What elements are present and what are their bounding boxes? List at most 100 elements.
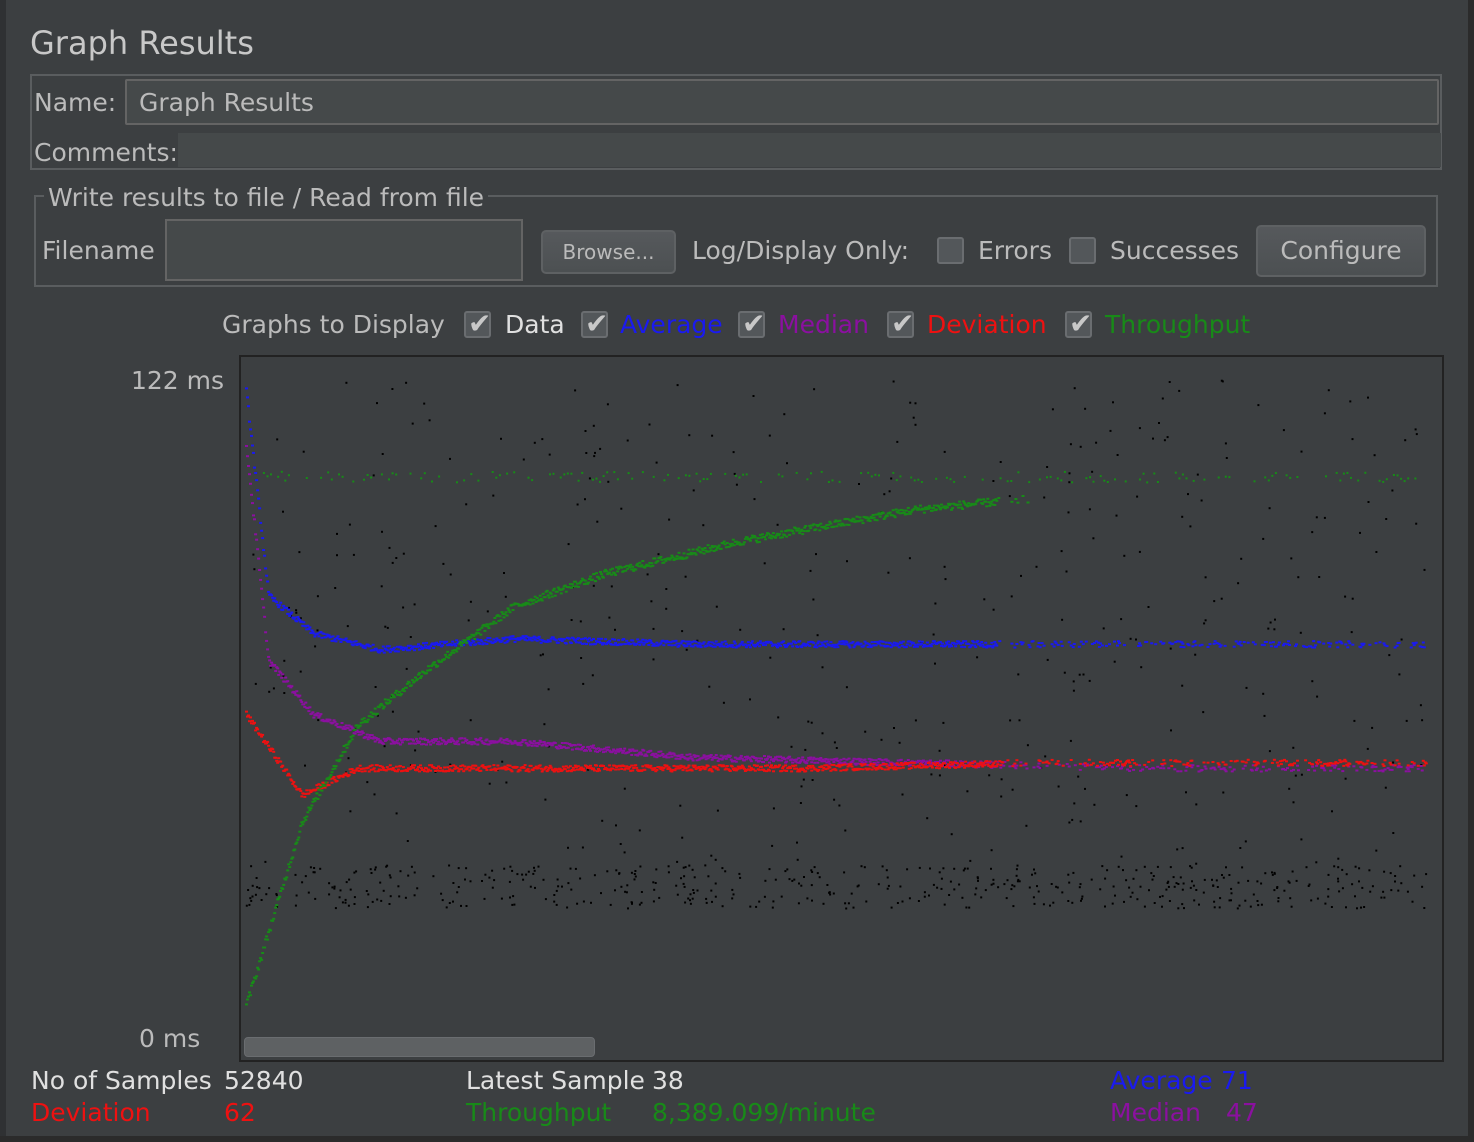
median-checkbox-label[interactable]: Median — [778, 310, 869, 339]
average-point — [1077, 645, 1081, 648]
data-point — [1267, 627, 1270, 630]
throughput-point — [555, 590, 559, 593]
deviation-point — [839, 769, 843, 772]
average-point — [423, 646, 426, 649]
data-point — [365, 890, 368, 892]
data-point — [346, 625, 349, 628]
average-point — [1191, 645, 1195, 648]
throughput-point — [506, 607, 510, 610]
deviation-point — [474, 764, 478, 767]
throughput-point — [352, 480, 355, 483]
data-point — [341, 901, 344, 904]
deviation-checkbox[interactable] — [887, 307, 914, 340]
data-checkbox[interactable] — [464, 307, 491, 340]
throughput-point — [663, 479, 666, 482]
throughput-checkbox[interactable] — [1065, 307, 1092, 340]
throughput-point — [338, 758, 342, 761]
filename-input[interactable] — [165, 219, 523, 281]
throughput-point — [858, 516, 862, 519]
browse-button[interactable]: Browse... — [541, 230, 676, 274]
deviation-point — [790, 770, 794, 773]
deviation-point — [661, 769, 665, 772]
successes-label[interactable]: Successes — [1110, 236, 1239, 265]
data-point — [696, 889, 699, 892]
median-checkbox[interactable] — [738, 307, 765, 340]
average-checkbox-label[interactable]: Average — [620, 310, 723, 339]
average-point — [562, 638, 566, 641]
data-point — [307, 891, 310, 894]
deviation-point — [515, 766, 519, 768]
throughput-point — [1203, 478, 1206, 481]
median-point — [523, 739, 527, 742]
median-point — [1292, 768, 1295, 771]
data-point — [896, 440, 899, 443]
median-point — [587, 745, 590, 748]
throughput-point — [810, 472, 812, 475]
successes-checkbox[interactable] — [1069, 237, 1096, 264]
average-point — [453, 642, 457, 645]
throughput-point — [370, 476, 373, 479]
median-point — [1230, 770, 1234, 773]
data-point — [990, 867, 992, 870]
deviation-point — [563, 768, 567, 771]
average-point — [1071, 646, 1075, 649]
throughput-point — [872, 516, 876, 519]
average-point — [731, 646, 735, 649]
throughput-point — [388, 700, 392, 703]
data-point — [769, 656, 772, 659]
data-point — [633, 878, 636, 881]
median-stat-value: 47 — [1226, 1098, 1258, 1127]
data-point — [1351, 597, 1354, 600]
errors-checkbox[interactable] — [937, 237, 964, 264]
data-point — [731, 897, 734, 900]
data-point — [1125, 879, 1128, 882]
deviation-point — [347, 774, 351, 777]
data-point — [928, 894, 930, 897]
average-checkbox[interactable] — [581, 307, 608, 340]
deviation-point — [1101, 761, 1105, 764]
deviation-point — [699, 767, 703, 770]
data-point — [1181, 515, 1184, 518]
comments-input[interactable] — [178, 133, 1441, 167]
configure-button[interactable]: Configure — [1256, 225, 1426, 277]
deviation-point — [294, 785, 298, 788]
throughput-point — [797, 527, 801, 530]
median-point — [425, 743, 428, 746]
throughput-point — [327, 471, 330, 474]
throughput-point — [308, 809, 312, 812]
data-point — [1221, 874, 1223, 876]
errors-label[interactable]: Errors — [978, 236, 1052, 265]
name-input[interactable] — [125, 79, 1439, 125]
deviation-point — [1202, 761, 1206, 764]
data-point — [1170, 729, 1172, 732]
data-point — [835, 747, 838, 749]
median-point — [685, 753, 689, 756]
deviation-point — [869, 762, 873, 765]
throughput-point — [928, 506, 932, 509]
average-point — [290, 611, 294, 614]
data-point — [448, 902, 451, 904]
deviation-point — [419, 764, 422, 767]
average-point — [817, 640, 821, 643]
data-point — [1371, 885, 1374, 888]
data-checkbox-label[interactable]: Data — [505, 310, 565, 339]
deviation-checkbox-label[interactable]: Deviation — [927, 310, 1047, 339]
data-point — [615, 824, 617, 827]
average-point — [825, 640, 829, 643]
deviation-point — [1256, 762, 1260, 765]
throughput-point — [431, 480, 433, 483]
data-point — [465, 905, 468, 907]
data-point — [1323, 516, 1326, 519]
throughput-point — [487, 627, 491, 630]
deviation-point — [1263, 759, 1267, 762]
throughput-point — [443, 658, 447, 661]
data-point — [648, 423, 651, 426]
median-point — [1377, 769, 1381, 772]
data-point — [899, 885, 902, 888]
graph-scrollbar-thumb[interactable] — [244, 1037, 595, 1057]
throughput-checkbox-label[interactable]: Throughput — [1105, 310, 1250, 339]
median-point — [614, 752, 618, 755]
throughput-point — [958, 500, 962, 503]
throughput-point — [820, 470, 823, 473]
data-point — [465, 503, 468, 506]
